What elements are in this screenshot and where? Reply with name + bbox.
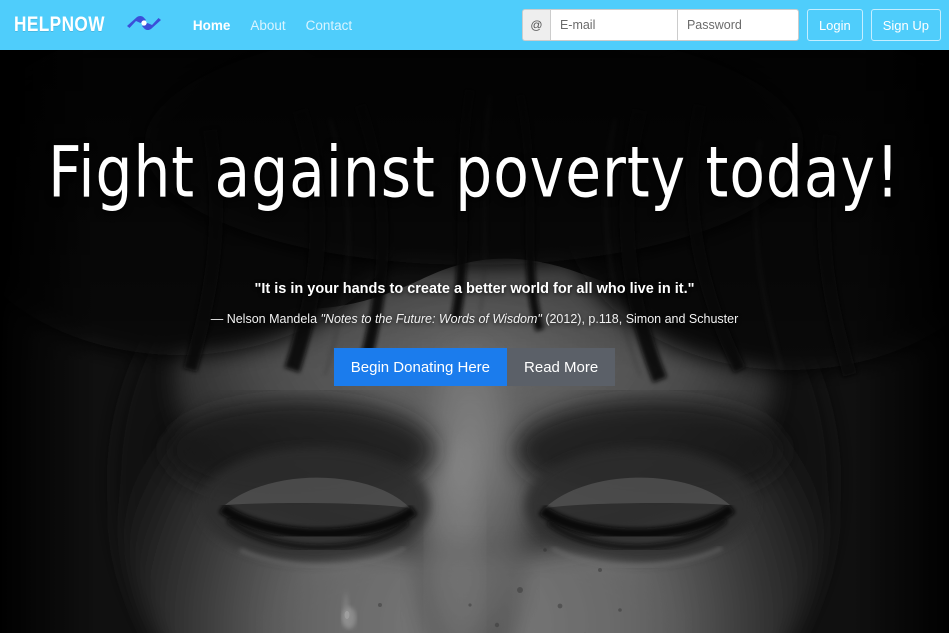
attribution-author: — Nelson Mandela — [210, 312, 321, 326]
hero-cta-row: Begin Donating Here Read More — [333, 348, 616, 386]
helping-hands-icon — [125, 10, 163, 41]
hero-attribution: — Nelson Mandela "Notes to the Future: W… — [211, 312, 739, 326]
nav-links: Home About Contact — [193, 18, 352, 33]
attribution-publication: (2012), p.118, Simon and Schuster — [541, 312, 739, 326]
login-button[interactable]: Login — [806, 9, 863, 41]
at-symbol-icon: @ — [521, 9, 550, 41]
hero-quote: "It is in your hands to create a better … — [254, 281, 695, 297]
hero-headline: Fight against poverty today! — [48, 131, 901, 215]
brand-name: HELPNOW — [14, 13, 105, 36]
attribution-work-title: "Notes to the Future: Words of Wisdom" — [320, 312, 542, 326]
nav-link-home[interactable]: Home — [193, 18, 231, 33]
email-input[interactable] — [549, 9, 677, 41]
hero-content: Fight against poverty today! "It is in y… — [0, 50, 949, 633]
hero-section: Fight against poverty today! "It is in y… — [0, 50, 949, 633]
read-more-button[interactable]: Read More — [507, 348, 616, 386]
begin-donating-button[interactable]: Begin Donating Here — [333, 348, 508, 386]
brand-logo[interactable]: HELPNOW — [14, 10, 163, 41]
nav-link-contact[interactable]: Contact — [306, 18, 353, 33]
login-form: @ Login Sign Up — [521, 9, 941, 41]
signup-button[interactable]: Sign Up — [870, 9, 941, 41]
credentials-input-group: @ — [521, 9, 799, 41]
top-navbar: HELPNOW Home About Contact @ Login Sign … — [0, 0, 949, 50]
landing-page: HELPNOW Home About Contact @ Login Sign … — [0, 0, 949, 633]
nav-link-about[interactable]: About — [250, 18, 285, 33]
password-input[interactable] — [676, 9, 799, 41]
